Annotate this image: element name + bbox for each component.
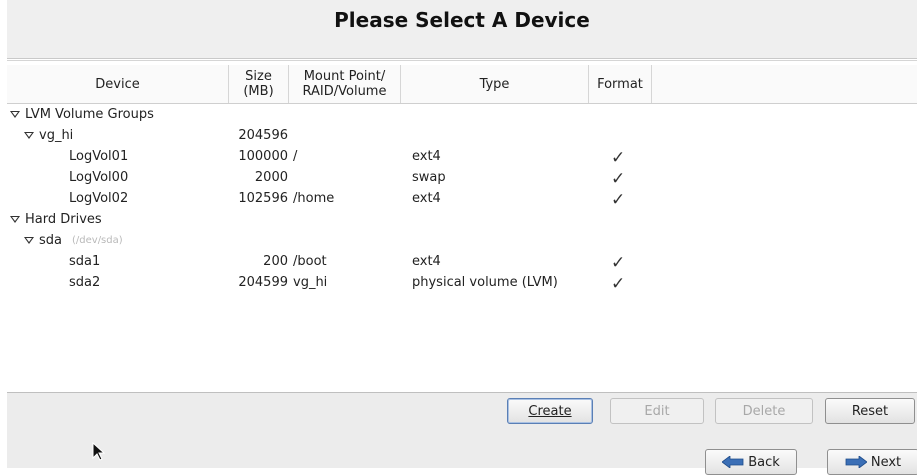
device-name: LogVol00 (69, 170, 129, 185)
back-button[interactable]: Back (705, 449, 797, 475)
device-name: vg_hi (39, 128, 74, 143)
type-value: ext4 (412, 149, 441, 164)
type-value: physical volume (LVM) (412, 275, 558, 290)
format-checkmark-icon[interactable]: ✓ (611, 148, 625, 168)
edit-button-label: Edit (644, 403, 670, 419)
tree-row[interactable]: LogVol01 100000 / ext4 ✓ (7, 147, 917, 168)
tree-row[interactable]: LogVol00 2000 swap ✓ (7, 168, 917, 189)
action-button-bar: Create Edit Delete Reset (7, 392, 917, 430)
mouse-pointer-icon (92, 442, 106, 461)
device-name: Hard Drives (25, 212, 102, 227)
column-header-device[interactable]: Device (7, 65, 229, 103)
tree-row[interactable]: sda1 200/boot ext4 ✓ (7, 252, 917, 273)
expander-triangle-icon[interactable] (24, 237, 34, 244)
title-banner: Please Select A Device (7, 0, 917, 59)
column-header-format[interactable]: Format (589, 65, 652, 103)
reset-button[interactable]: Reset (825, 398, 915, 424)
reset-button-label: Reset (851, 403, 889, 419)
expander-triangle-icon[interactable] (10, 216, 20, 223)
column-header-mount[interactable]: Mount Point/ RAID/Volume (289, 65, 401, 103)
size-value: 102596 (238, 191, 288, 206)
mount-point-value: vg_hi (293, 275, 328, 290)
size-value: 200 (263, 254, 288, 269)
device-name: sda1 (69, 254, 101, 269)
create-button-label: Create (528, 403, 572, 419)
format-checkmark-icon[interactable]: ✓ (611, 169, 625, 189)
back-button-label: Back (748, 454, 780, 470)
type-value: ext4 (412, 254, 441, 269)
format-checkmark-icon[interactable]: ✓ (611, 190, 625, 210)
next-button[interactable]: Next (827, 449, 917, 475)
mount-point-value: /boot (293, 254, 327, 269)
device-name: sda (39, 233, 62, 248)
delete-button-label: Delete (742, 403, 786, 419)
tree-row[interactable]: sda (/dev/sda) (7, 231, 917, 252)
device-name: LVM Volume Groups (25, 107, 154, 122)
type-value: ext4 (412, 191, 441, 206)
next-button-label: Next (870, 454, 902, 470)
mount-point-value: / (293, 149, 298, 164)
size-value: 204599 (238, 275, 288, 290)
page-title: Please Select A Device (334, 8, 590, 32)
size-value: 100000 (238, 149, 288, 164)
tree-row[interactable]: Hard Drives (7, 210, 917, 231)
format-checkmark-icon[interactable]: ✓ (611, 274, 625, 294)
size-value: 2000 (254, 170, 288, 185)
tree-row[interactable]: LogVol02 102596/home ext4 ✓ (7, 189, 917, 210)
expander-triangle-icon[interactable] (10, 111, 20, 118)
left-arrow-icon (722, 456, 744, 468)
device-name: LogVol01 (69, 149, 129, 164)
tree-row[interactable]: LVM Volume Groups (7, 105, 917, 126)
column-header-size[interactable]: Size (MB) (229, 65, 289, 103)
device-name: sda2 (69, 275, 101, 290)
edit-button[interactable]: Edit (610, 398, 704, 424)
size-value: 204596 (238, 128, 288, 143)
tree-row[interactable]: vg_hi 204596 (7, 126, 917, 147)
type-value: swap (412, 170, 446, 185)
tree-row[interactable]: sda2 204599 vg_hi physical volume (LVM) ✓ (7, 273, 917, 294)
device-path: (/dev/sda) (72, 235, 123, 246)
navigation-bar: Back Next (7, 429, 917, 475)
column-header-type[interactable]: Type (401, 65, 589, 103)
create-button[interactable]: Create (507, 398, 593, 424)
device-tree[interactable]: Device Size (MB) Mount Point/ RAID/Volum… (7, 60, 917, 391)
expander-triangle-icon[interactable] (24, 132, 34, 139)
format-checkmark-icon[interactable]: ✓ (611, 253, 625, 273)
column-header-row: Device Size (MB) Mount Point/ RAID/Volum… (7, 65, 917, 104)
right-arrow-icon (845, 456, 867, 468)
mount-point-value: /home (293, 191, 335, 206)
device-name: LogVol02 (69, 191, 129, 206)
delete-button[interactable]: Delete (715, 398, 813, 424)
